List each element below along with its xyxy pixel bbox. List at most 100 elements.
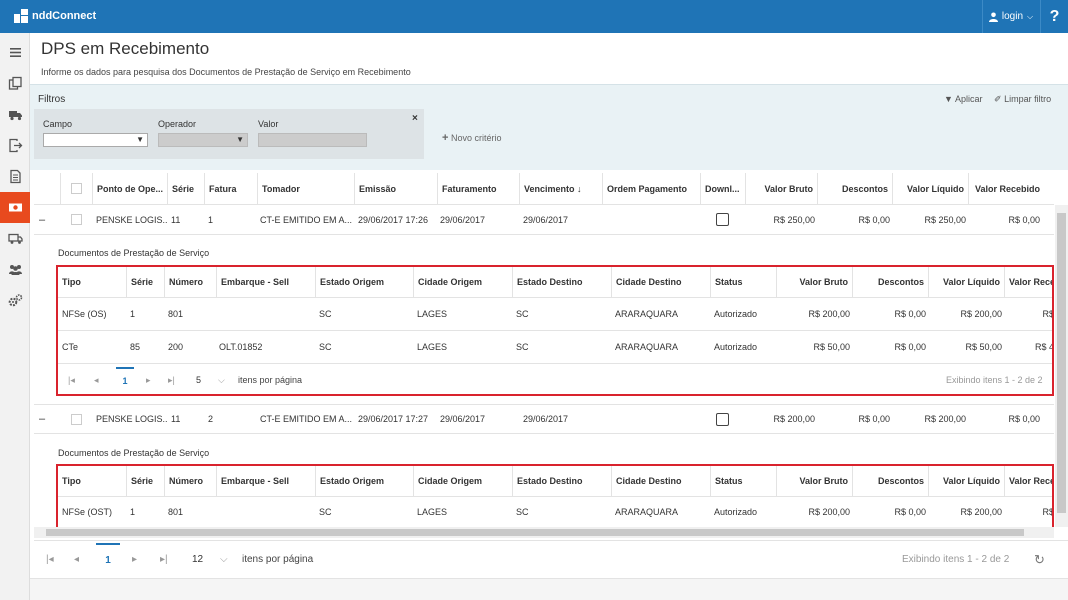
row-checkbox[interactable] — [70, 214, 82, 225]
col-valor-bruto[interactable]: Valor Bruto — [745, 173, 817, 204]
last-page-icon[interactable]: ▸| — [160, 541, 168, 578]
new-criterion-button[interactable]: + Novo critério — [442, 132, 501, 144]
truck-icon[interactable] — [0, 99, 30, 130]
users-icon[interactable] — [0, 254, 30, 285]
help-button[interactable]: ? — [1040, 0, 1068, 33]
dcol-cidade-origem[interactable]: Cidade Origem — [413, 267, 512, 297]
last-page-icon[interactable]: ▸| — [168, 364, 175, 394]
dcol-estado-origem[interactable]: Estado Origem — [315, 466, 413, 496]
col-valor-recebido[interactable]: Valor Recebido — [968, 173, 1044, 204]
filters-panel: Filtros ▼ Aplicar ✐ Limpar filtro Campo … — [30, 84, 1068, 170]
first-page-icon[interactable]: |◂ — [46, 541, 54, 578]
col-descontos[interactable]: Descontos — [817, 173, 892, 204]
dcol-estado-origem[interactable]: Estado Origem — [315, 267, 413, 297]
documents-icon[interactable] — [0, 68, 30, 99]
dcol-valor-bruto[interactable]: Valor Bruto — [776, 267, 852, 297]
dcol-embarque[interactable]: Embarque - Sell — [216, 466, 315, 496]
row-checkbox[interactable] — [70, 413, 82, 425]
cell-valor-recebido: R$ 0,00 — [1008, 214, 1040, 225]
clear-filter-button[interactable]: ✐ Limpar filtro — [994, 94, 1051, 105]
dcol-descontos[interactable]: Descontos — [852, 466, 928, 496]
col-vencimento[interactable]: Vencimento ↓ — [519, 173, 602, 204]
select-all-checkbox[interactable] — [71, 183, 82, 194]
col-valor-liquido[interactable]: Valor Líquido — [892, 173, 968, 204]
detail-pager: |◂ ◂ 1 ▸ ▸| 5 ⌵ itens por página Exibind… — [58, 364, 1052, 394]
detail-row[interactable]: NFSe (OST) 1 801 SC LAGES SC ARARAQUARA … — [58, 497, 1052, 527]
apply-filter-button[interactable]: ▼ Aplicar — [944, 94, 982, 104]
detail-row[interactable]: CTe 85 200 OLT.01852 SC LAGES SC ARARAQU… — [58, 331, 1052, 364]
dcol-cidade-destino[interactable]: Cidade Destino — [611, 267, 710, 297]
col-ordem[interactable]: Ordem Pagamento — [602, 173, 700, 204]
dcol-estado-destino[interactable]: Estado Destino — [512, 466, 611, 496]
refresh-icon[interactable]: ↻ — [1034, 541, 1045, 578]
dcol-numero[interactable]: Número — [164, 466, 216, 496]
valor-input — [258, 133, 367, 147]
prev-page-icon[interactable]: ◂ — [94, 364, 99, 394]
dcol-tipo[interactable]: Tipo — [58, 267, 126, 297]
dcol-tipo[interactable]: Tipo — [58, 466, 126, 496]
page-number[interactable]: 1 — [96, 543, 120, 575]
remove-criterion-button[interactable]: × — [412, 113, 418, 124]
dcol-valor-liquido[interactable]: Valor Líquido — [928, 267, 1004, 297]
first-page-icon[interactable]: |◂ — [68, 364, 75, 394]
dcol-serie[interactable]: Série — [126, 267, 164, 297]
col-emissao[interactable]: Emissão — [354, 173, 437, 204]
page-size-select[interactable]: 12 — [192, 541, 203, 578]
app-logo[interactable]: nddConnect — [14, 9, 96, 23]
dcol-estado-destino[interactable]: Estado Destino — [512, 267, 611, 297]
vertical-scroll-thumb[interactable] — [1057, 213, 1066, 513]
dcol-valor-bruto[interactable]: Valor Bruto — [776, 466, 852, 496]
table-row[interactable]: – PENSKE LOGIS... 11 2 CT-E EMITIDO EM A… — [34, 404, 1054, 434]
chevron-down-icon[interactable]: ⌵ — [218, 364, 225, 394]
col-serie[interactable]: Série — [167, 173, 204, 204]
dcell-cidade-destino: ARARAQUARA — [615, 507, 679, 517]
page-subtitle: Informe os dados para pesquisa dos Docum… — [41, 67, 411, 77]
dcol-embarque[interactable]: Embarque - Sell — [216, 267, 315, 297]
dcol-descontos[interactable]: Descontos — [852, 267, 928, 297]
page-number[interactable]: 1 — [116, 367, 134, 393]
col-fatura[interactable]: Fatura — [204, 173, 257, 204]
dcol-valor-recebido[interactable]: Valor Rece — [1004, 267, 1052, 297]
dcol-status[interactable]: Status — [710, 267, 776, 297]
next-page-icon[interactable]: ▸ — [146, 364, 151, 394]
dcell-embarque — [219, 298, 315, 330]
eraser-icon: ✐ — [994, 94, 1002, 104]
page-size-select[interactable]: 5 — [196, 364, 201, 394]
funnel-icon: ▼ — [944, 94, 953, 104]
menu-icon[interactable] — [0, 37, 30, 68]
col-tomador[interactable]: Tomador — [257, 173, 354, 204]
campo-select[interactable]: ▼ — [43, 133, 148, 147]
dcol-numero[interactable]: Número — [164, 267, 216, 297]
apply-filter-label: Aplicar — [954, 94, 983, 104]
table-row[interactable]: – PENSKE LOGIS... 11 1 CT-E EMITIDO EM A… — [34, 205, 1054, 235]
dcol-cidade-destino[interactable]: Cidade Destino — [611, 466, 710, 496]
collapse-toggle[interactable]: – — [39, 405, 53, 433]
trailer-icon[interactable] — [0, 223, 30, 254]
detail-row[interactable]: NFSe (OS) 1 801 SC LAGES SC ARARAQUARA A… — [58, 298, 1052, 331]
chevron-down-icon[interactable]: ⌵ — [220, 541, 228, 578]
money-icon[interactable] — [0, 192, 30, 223]
download-checkbox[interactable] — [716, 412, 729, 426]
vertical-scrollbar[interactable] — [1055, 205, 1068, 527]
horizontal-scroll-thumb[interactable] — [46, 529, 1024, 536]
col-ponto[interactable]: Ponto de Ope... — [92, 173, 167, 204]
col-faturamento[interactable]: Faturamento — [437, 173, 519, 204]
dcol-serie[interactable]: Série — [126, 466, 164, 496]
dcol-cidade-origem[interactable]: Cidade Origem — [413, 466, 512, 496]
file-icon[interactable] — [0, 161, 30, 192]
dcell-serie: 85 — [130, 342, 141, 352]
col-download[interactable]: Downl... — [700, 173, 745, 204]
login-menu[interactable]: login ⌵ — [982, 0, 1039, 33]
collapse-toggle[interactable]: – — [39, 205, 53, 234]
dcell-serie: 1 — [130, 507, 136, 517]
horizontal-scrollbar[interactable] — [34, 527, 1054, 538]
settings-icon[interactable] — [0, 285, 30, 316]
next-page-icon[interactable]: ▸ — [132, 541, 137, 578]
dcol-status[interactable]: Status — [710, 466, 776, 496]
dcol-valor-liquido[interactable]: Valor Líquido — [928, 466, 1004, 496]
download-checkbox[interactable] — [716, 213, 729, 226]
prev-page-icon[interactable]: ◂ — [74, 541, 79, 578]
dcell-embarque: OLT.01852 — [219, 342, 263, 352]
export-icon[interactable] — [0, 130, 30, 161]
dcol-valor-recebido[interactable]: Valor Rece — [1004, 466, 1052, 496]
